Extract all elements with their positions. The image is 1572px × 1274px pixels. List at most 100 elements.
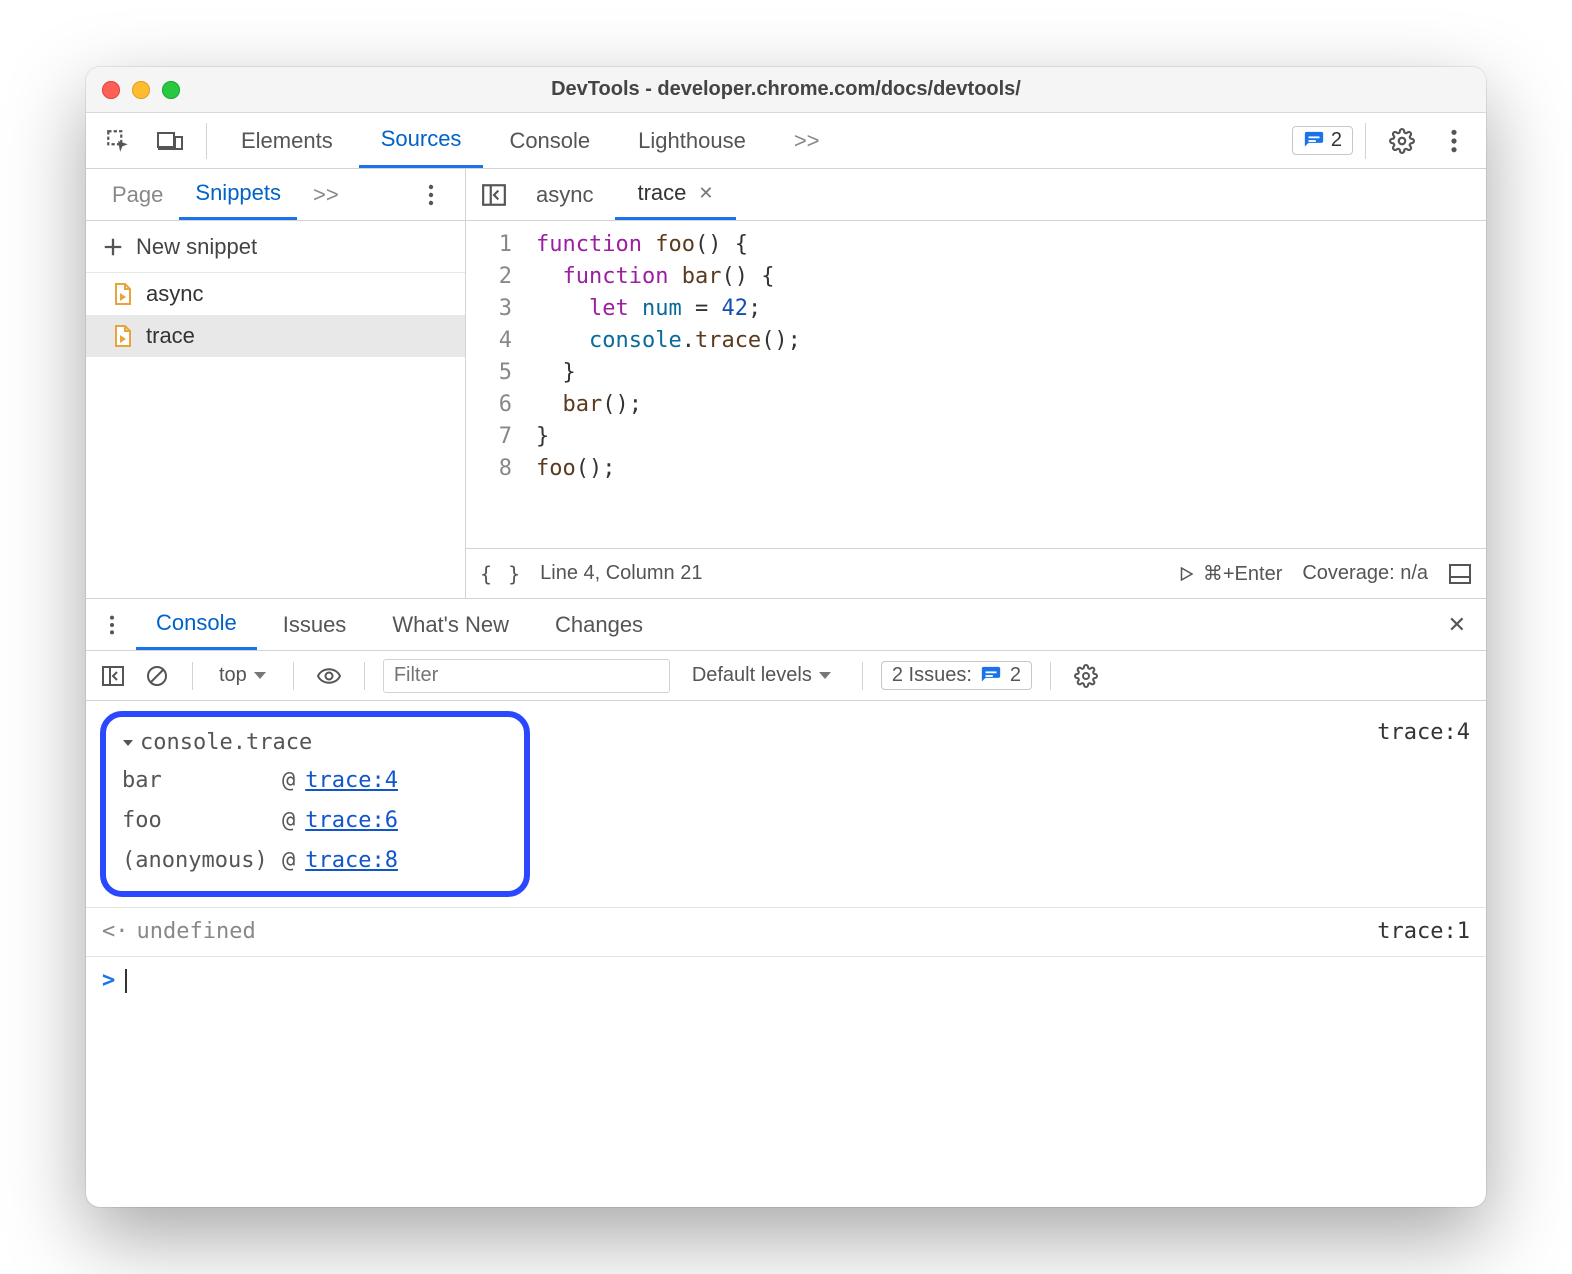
toggle-navigator-icon[interactable]	[474, 171, 514, 219]
drawer-tab-issues[interactable]: Issues	[263, 599, 367, 650]
tab-elements[interactable]: Elements	[219, 113, 355, 168]
filter-input[interactable]	[383, 659, 670, 693]
nav-tabs-overflow[interactable]: >>	[297, 169, 355, 220]
drawer: Console Issues What's New Changes ✕ top	[86, 599, 1486, 1207]
snippet-item-trace[interactable]: trace	[86, 315, 465, 357]
drawer-tab-changes[interactable]: Changes	[535, 599, 663, 650]
plus-icon	[102, 236, 124, 258]
main-tab-bar: Elements Sources Console Lighthouse >> 2	[86, 113, 1486, 169]
close-tab-icon[interactable]: ✕	[698, 183, 713, 204]
console-settings-icon[interactable]	[1069, 652, 1103, 700]
code-content: function foo() { function bar() { let nu…	[522, 221, 815, 548]
navigator-tabs: Page Snippets >>	[86, 169, 465, 221]
snippet-label: async	[146, 281, 203, 307]
editor-tab-async[interactable]: async	[514, 169, 615, 220]
drawer-tab-console[interactable]: Console	[136, 599, 257, 650]
snippet-icon	[110, 324, 134, 348]
message-source-link[interactable]: trace:4	[1377, 701, 1470, 751]
live-expression-icon[interactable]	[312, 652, 346, 700]
drawer-tab-whatsnew[interactable]: What's New	[372, 599, 529, 650]
return-arrow-icon: <·	[102, 914, 129, 950]
console-prompt[interactable]: >	[86, 957, 1486, 1005]
divider	[862, 662, 863, 690]
window-controls	[102, 81, 180, 99]
inspect-icon[interactable]	[94, 117, 142, 165]
frame-at: @	[282, 763, 295, 799]
snippet-label: trace	[146, 323, 195, 349]
issues-label: 2 Issues:	[892, 664, 972, 687]
issues-button[interactable]: 2 Issues: 2	[881, 661, 1032, 690]
zoom-window-button[interactable]	[162, 81, 180, 99]
issues-badge[interactable]: 2	[1292, 126, 1353, 155]
issues-icon	[980, 665, 1002, 687]
trace-header-row[interactable]: console.trace	[122, 725, 508, 761]
close-drawer-icon[interactable]: ✕	[1448, 612, 1478, 638]
cursor-position: Line 4, Column 21	[540, 562, 702, 585]
return-value-row: <· undefined trace:1	[86, 907, 1486, 957]
nav-kebab-icon[interactable]	[407, 171, 455, 219]
close-window-button[interactable]	[102, 81, 120, 99]
snippets-list: async trace	[86, 273, 465, 598]
divider	[293, 662, 294, 690]
tab-sources[interactable]: Sources	[359, 113, 484, 168]
play-icon	[1177, 565, 1195, 583]
context-selector[interactable]: top	[211, 664, 275, 687]
log-level-selector[interactable]: Default levels	[680, 664, 844, 687]
sources-panel: Page Snippets >> New snippet async trace	[86, 169, 1486, 599]
dock-side-icon[interactable]	[1448, 563, 1472, 585]
log-level-label: Default levels	[692, 664, 812, 687]
frame-at: @	[282, 843, 295, 879]
divider	[1365, 123, 1366, 159]
run-snippet-button[interactable]: ⌘+Enter	[1177, 561, 1282, 586]
settings-icon[interactable]	[1378, 117, 1426, 165]
stack-frame: (anonymous) @ trace:8	[122, 841, 508, 881]
window-title: DevTools - developer.chrome.com/docs/dev…	[86, 78, 1486, 101]
console-toolbar: top Default levels 2 Issues: 2	[86, 651, 1486, 701]
divider	[1050, 662, 1051, 690]
nav-tab-page[interactable]: Page	[96, 169, 179, 220]
nav-tab-snippets[interactable]: Snippets	[179, 169, 297, 220]
devtools-window: DevTools - developer.chrome.com/docs/dev…	[86, 67, 1486, 1207]
frame-function: foo	[122, 803, 272, 839]
editor-tabs: async trace ✕	[466, 169, 1486, 221]
console-output: console.trace bar @ trace:4 foo @ trace:…	[86, 701, 1486, 1207]
frame-source-link[interactable]: trace:6	[305, 803, 398, 839]
new-snippet-button[interactable]: New snippet	[86, 221, 465, 273]
snippet-item-async[interactable]: async	[86, 273, 465, 315]
run-shortcut-label: ⌘+Enter	[1203, 561, 1282, 586]
new-snippet-label: New snippet	[136, 234, 257, 260]
code-editor[interactable]: 12345678 function foo() { function bar()…	[466, 221, 1486, 548]
clear-console-icon[interactable]	[140, 652, 174, 700]
coverage-label: Coverage: n/a	[1302, 562, 1428, 585]
disclosure-triangle-icon	[122, 737, 134, 749]
line-gutter: 12345678	[466, 221, 522, 548]
editor-tab-label: trace	[637, 180, 686, 206]
return-value: undefined	[137, 914, 256, 950]
console-sidebar-toggle-icon[interactable]	[96, 652, 130, 700]
divider	[364, 662, 365, 690]
frame-function: bar	[122, 763, 272, 799]
pretty-print-icon[interactable]: { }	[480, 562, 522, 586]
stack-frame: bar @ trace:4	[122, 761, 508, 801]
frame-source-link[interactable]: trace:8	[305, 843, 398, 879]
tab-console[interactable]: Console	[487, 113, 612, 168]
device-toolbar-icon[interactable]	[146, 117, 194, 165]
tabs-overflow[interactable]: >>	[772, 113, 842, 168]
issues-count: 2	[1331, 129, 1342, 152]
issues-icon	[1303, 130, 1325, 152]
text-cursor	[125, 969, 127, 993]
frame-source-link[interactable]: trace:4	[305, 763, 398, 799]
divider	[206, 123, 207, 159]
message-source-link[interactable]: trace:1	[1377, 914, 1470, 950]
titlebar: DevTools - developer.chrome.com/docs/dev…	[86, 67, 1486, 113]
frame-at: @	[282, 803, 295, 839]
frame-function: (anonymous)	[122, 843, 272, 879]
drawer-kebab-icon[interactable]	[94, 601, 130, 649]
tab-lighthouse[interactable]: Lighthouse	[616, 113, 768, 168]
kebab-menu-icon[interactable]	[1430, 117, 1478, 165]
trace-header-label: console.trace	[140, 725, 312, 761]
editor-tab-trace[interactable]: trace ✕	[615, 169, 735, 220]
editor-area: async trace ✕ 12345678 function foo() { …	[466, 169, 1486, 598]
snippet-icon	[110, 282, 134, 306]
minimize-window-button[interactable]	[132, 81, 150, 99]
